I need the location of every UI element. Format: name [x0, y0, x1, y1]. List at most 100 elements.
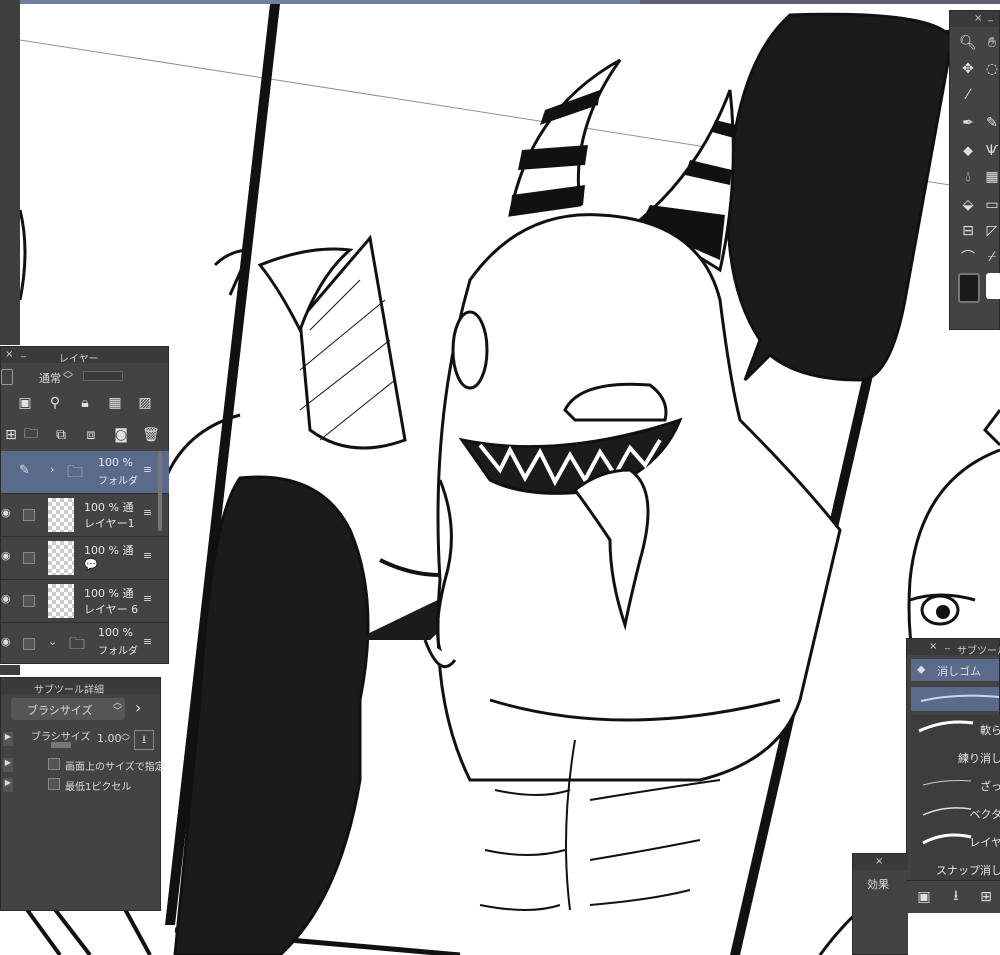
clip-layer-icon[interactable]: ▣	[15, 393, 35, 413]
layer-name: レイヤー 6	[84, 603, 139, 616]
reference-layer-icon[interactable]: ⚲	[45, 393, 65, 413]
layer-thumbnail	[48, 498, 74, 532]
layer-scrollbar[interactable]	[158, 451, 162, 531]
layer-menu-icon[interactable]: ≡	[143, 549, 152, 562]
brush-item[interactable]: ベクタ	[911, 799, 1000, 828]
expand-arrow-icon[interactable]: ›	[50, 463, 54, 476]
layer-opacity: 100 %	[98, 626, 133, 639]
subtool-detail-title-bar[interactable]: サブツール詳細	[1, 678, 160, 696]
close-icon[interactable]: ×	[929, 641, 937, 652]
hand-icon[interactable]: ✋︎	[982, 33, 1000, 53]
lock-icon[interactable]: 🔒︎	[75, 393, 95, 413]
layer-color-swatch[interactable]	[1, 369, 13, 385]
pencil-icon[interactable]: ✎	[982, 113, 1000, 133]
layer-panel-title-bar[interactable]: × _ レイヤー	[1, 347, 168, 365]
eyedropper-icon[interactable]: ⁄	[958, 85, 978, 105]
layer-checkbox[interactable]	[23, 509, 35, 521]
layer-checkbox[interactable]	[23, 638, 35, 650]
import-subtool-icon[interactable]: ⭳	[946, 887, 966, 907]
new-raster-layer-icon[interactable]: ⊞	[1, 425, 21, 445]
merge-down-icon[interactable]: ⧈	[81, 425, 101, 445]
close-icon[interactable]: ×	[974, 13, 982, 24]
transfer-down-icon[interactable]: ⧉	[51, 425, 71, 445]
layer-checkbox[interactable]	[23, 552, 35, 564]
brush-size-value[interactable]: 1.00	[97, 732, 122, 745]
lock-transparency-icon[interactable]: ▦	[105, 393, 125, 413]
duplicate-subtool-icon[interactable]: ▣	[914, 887, 934, 907]
brush-name: ざっ	[980, 780, 1000, 793]
pen-icon[interactable]: ✒︎	[958, 113, 978, 133]
layer-menu-icon[interactable]: ≡	[143, 506, 152, 519]
stepper-icon[interactable]: ︿ ﹀	[113, 699, 122, 717]
brush-item[interactable]: レイヤ	[911, 827, 1000, 856]
correct-line-icon[interactable]: ⌿	[982, 247, 1000, 267]
close-icon[interactable]: ×	[875, 856, 883, 867]
new-folder-icon[interactable]: 🗀︎	[21, 425, 41, 445]
minimize-icon[interactable]: _	[945, 639, 950, 650]
brush-icon[interactable]: Ѱ	[982, 141, 1000, 161]
layer-row[interactable]: ◉ 100 % 通 レイヤー 6 ≡	[1, 580, 169, 623]
tool-palette-title-bar[interactable]: × _	[950, 11, 999, 27]
collapse-arrow-icon[interactable]: ⌄	[48, 635, 57, 648]
opacity-slider[interactable]	[83, 371, 123, 381]
minimize-icon[interactable]: _	[988, 11, 993, 22]
grid-icon[interactable]: ▦	[982, 167, 1000, 187]
fill-icon[interactable]: ⬙	[958, 195, 978, 215]
minimize-icon[interactable]: _	[21, 347, 26, 358]
blend-mode-stepper-icon[interactable]: ︿ ﹀	[63, 367, 73, 386]
selected-brush-preview[interactable]	[911, 687, 1000, 711]
pencil-icon: ✎	[19, 463, 30, 478]
zoom-icon[interactable]: 🔍︎	[958, 33, 978, 53]
delete-layer-icon[interactable]: 🗑︎	[141, 425, 161, 445]
play-icon[interactable]: ▶	[3, 758, 13, 772]
mask-icon[interactable]: ▨	[135, 393, 155, 413]
brush-item[interactable]: 軟ら	[911, 715, 1000, 744]
category-select[interactable]: ブラシサイズ ︿ ﹀	[11, 698, 125, 720]
lasso-icon[interactable]: ◌	[982, 59, 1000, 79]
subtool-tool-name: 消しゴム	[937, 665, 981, 678]
close-icon[interactable]: ×	[5, 349, 13, 360]
blend-mode-select[interactable]: 通常	[39, 370, 61, 386]
subtool-group-tab[interactable]: ⬥ 消しゴム	[911, 659, 999, 681]
main-color-swatch[interactable]	[958, 273, 980, 303]
gradient-icon[interactable]: ▭	[982, 195, 1000, 215]
brush-item[interactable]: ざっ	[911, 771, 1000, 800]
play-icon[interactable]: ▶	[3, 732, 13, 746]
layer-row[interactable]: ✎ › 🗀︎ 100 % フォルダ ≡	[1, 451, 169, 494]
balloon-icon[interactable]: ⌒	[958, 247, 978, 267]
min-pixel-checkbox[interactable]	[48, 778, 60, 790]
layer-row[interactable]: ◉ 100 % 通 💬 ≡	[1, 537, 169, 580]
ruler-icon[interactable]: ◸	[982, 221, 1000, 241]
move-icon[interactable]: ✥	[958, 59, 978, 79]
layer-mask-icon[interactable]: ◙	[111, 425, 131, 445]
visibility-eye-icon[interactable]: ◉	[1, 506, 11, 519]
folder-icon: 🗀︎	[67, 462, 84, 481]
brush-name: ベクタ	[969, 808, 1000, 821]
blend-icon[interactable]: 💧︎	[958, 167, 978, 187]
eraser-icon[interactable]: ⬥	[958, 141, 978, 161]
screen-size-checkbox[interactable]	[48, 758, 60, 770]
layer-checkbox[interactable]	[23, 595, 35, 607]
chevron-right-icon[interactable]: ›	[135, 698, 141, 717]
visibility-eye-icon[interactable]: ◉	[1, 592, 11, 605]
add-subtool-icon[interactable]: ⊞	[976, 887, 996, 907]
brush-item[interactable]: 練り消し	[911, 743, 1000, 772]
layer-menu-icon[interactable]: ≡	[143, 592, 152, 605]
stepper-icon[interactable]: ︿ ﹀	[121, 730, 130, 748]
download-icon[interactable]: ⭳	[134, 730, 154, 750]
effect-title-bar[interactable]: ×	[853, 854, 908, 870]
effect-title: 効果	[867, 878, 889, 891]
play-icon[interactable]: ▶	[3, 778, 13, 792]
layer-row[interactable]: ◉ 100 % 通 レイヤー1 ≡	[1, 494, 169, 537]
layer-row[interactable]: ◉ ⌄ 🗀︎ 100 % フォルダ ≡	[1, 623, 169, 665]
min-pixel-option: 最低1ピクセル	[65, 782, 132, 793]
brush-stroke-preview	[922, 807, 972, 816]
visibility-eye-icon[interactable]: ◉	[1, 635, 11, 648]
visibility-eye-icon[interactable]: ◉	[1, 549, 11, 562]
brush-size-slider[interactable]	[51, 742, 71, 748]
sub-color-swatch[interactable]	[986, 273, 1000, 299]
subtool-title-bar[interactable]: × _ サブツール	[907, 639, 1000, 657]
layer-menu-icon[interactable]: ≡	[143, 463, 152, 476]
frame-icon[interactable]: ⊟	[958, 221, 978, 241]
layer-menu-icon[interactable]: ≡	[143, 635, 152, 648]
